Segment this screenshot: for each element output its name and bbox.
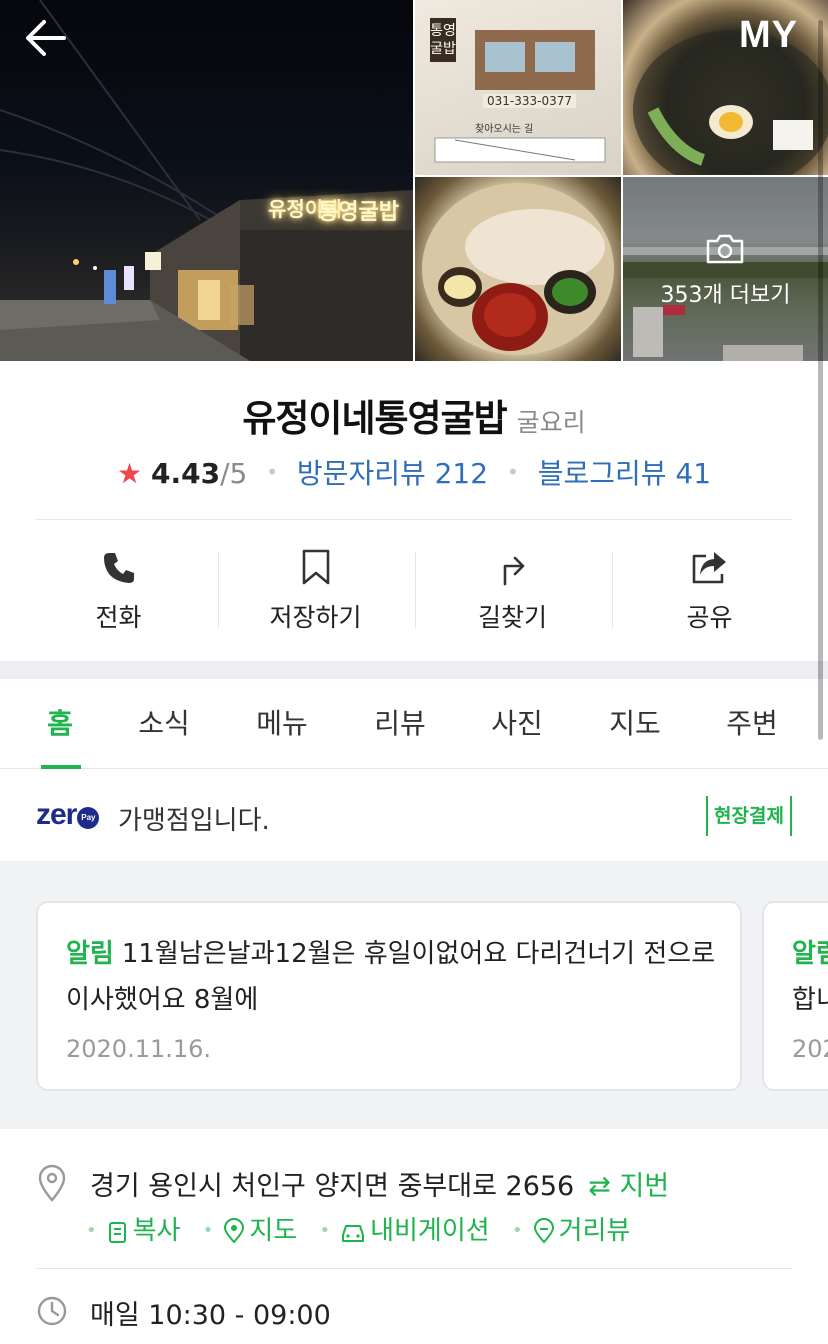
save-button[interactable]: 저장하기 [217, 540, 414, 650]
bookmark-icon [217, 546, 414, 590]
blog-reviews-link[interactable]: 블로그리뷰 41 [538, 457, 711, 490]
notice-tag: 알림 [66, 939, 114, 969]
notice-tag: 알림 [792, 939, 828, 969]
place-category: 굴요리 [516, 408, 586, 437]
share-icon [611, 546, 808, 590]
notice-body: 11월남은날과12월은 휴일이없어요 다리건너기 전으로 이사했어요 8월에 [66, 939, 716, 1015]
sign-main: 통영굴밥 [318, 200, 399, 225]
sign-vertical-text: 통영굴밥 [430, 18, 456, 62]
separator-dot: • [506, 460, 519, 484]
tab-active-indicator [41, 765, 81, 769]
hours-row[interactable]: 매일 10:30 - 09:00 [0, 1271, 828, 1344]
tab-photos[interactable]: 사진 [477, 679, 557, 769]
place-name: 유정이네통영굴밥 [242, 397, 507, 440]
location-pin-icon [36, 1164, 68, 1206]
separator-dot: • [266, 460, 279, 484]
place-title-row: 유정이네통영굴밥 굴요리 [0, 388, 828, 442]
camera-icon [706, 234, 744, 264]
rating-row: ★ 4.43/5 • 방문자리뷰 212 • 블로그리뷰 41 [0, 452, 828, 492]
visitor-reviews-link[interactable]: 방문자리뷰 212 [297, 457, 488, 490]
tab-menu[interactable]: 메뉴 [242, 679, 322, 769]
notice-card[interactable]: 알림 11월남은날과12월은 휴일이없어요 다리건너기 전으로 이사했어요 8월에… [36, 901, 742, 1091]
map-link[interactable]: • 지도 [203, 1210, 297, 1247]
car-icon [342, 1225, 365, 1242]
section-gap [0, 661, 828, 679]
save-label: 저장하기 [269, 603, 362, 632]
photo-bossam-dish[interactable] [415, 177, 621, 361]
tab-bar: 홈 소식 메뉴 리뷰 사진 지도 주변 [0, 679, 828, 769]
share-button[interactable]: 공유 [611, 540, 808, 650]
star-icon: ★ [116, 457, 143, 490]
scrollbar[interactable] [818, 20, 823, 740]
notice-date: 2020.11.16. [66, 1035, 212, 1063]
notice-card[interactable]: 알림합니 202 [762, 901, 828, 1091]
bossam-illustration [422, 183, 614, 355]
photo-more-label: 353개 더보기 [660, 283, 791, 308]
call-button[interactable]: 전화 [20, 540, 217, 650]
address-row: 경기 용인시 처인구 양지면 중부대로 2656 ⇄ 지번 • 복사 • 지도 • 내비… [0, 1130, 828, 1270]
hours-text: 매일 10:30 - 09:00 [90, 1300, 331, 1331]
divider [36, 519, 792, 520]
back-button[interactable] [22, 14, 74, 62]
tab-news[interactable]: 소식 [124, 679, 204, 769]
address-text: 경기 용인시 처인구 양지면 중부대로 2656 ⇄ 지번 [90, 1171, 670, 1202]
copy-address-link[interactable]: • 복사 [86, 1210, 180, 1247]
photo-more-button[interactable]: 353개 더보기 [623, 177, 828, 361]
sign-phone: 031-333-0377 [483, 94, 577, 108]
tab-map[interactable]: 지도 [595, 679, 675, 769]
rating-max: /5 [220, 457, 248, 490]
street-view-link[interactable]: • 거리뷰 [512, 1210, 630, 1247]
action-bar: 전화 저장하기 길찾기 공유 [0, 540, 828, 650]
swap-icon: ⇄ [588, 1171, 611, 1202]
notice-date: 202 [792, 1035, 828, 1063]
rating-value: 4.43 [150, 457, 221, 490]
clock-icon [36, 1295, 68, 1331]
photo-signboard[interactable]: 통영굴밥 031-333-0377 찾아오시는 길 [415, 0, 621, 175]
phone-icon [20, 546, 217, 590]
zeropay-text: 가맹점입니다. [118, 806, 270, 836]
tab-reviews[interactable]: 리뷰 [360, 679, 440, 769]
directions-label: 길찾기 [477, 603, 547, 632]
tab-home[interactable]: 홈 [24, 679, 96, 769]
notice-carousel[interactable]: 알림 11월남은날과12월은 휴일이없어요 다리건너기 전으로 이사했어요 8월에… [0, 861, 828, 1129]
arrow-left-icon [26, 20, 66, 56]
notice-text: 알림 11월남은날과12월은 휴일이없어요 다리건너기 전으로 이사했어요 8월에 [66, 931, 716, 1023]
divider [36, 1268, 792, 1269]
photo-gallery: 유정이네 통영굴밥 통영굴밥 031-333-0377 찾아오시는 길 MY 3… [0, 0, 828, 361]
zeropay-row: zer Pay 가맹점입니다. 현장결제 [0, 770, 828, 860]
call-label: 전화 [95, 603, 142, 632]
navigation-link[interactable]: • 내비게이션 [319, 1210, 489, 1247]
jibun-toggle[interactable]: ⇄ 지번 [588, 1171, 669, 1202]
my-button[interactable]: MY [739, 14, 798, 57]
address-actions: • 복사 • 지도 • 내비게이션 • 거리뷰 [86, 1210, 644, 1247]
tab-nearby[interactable]: 주변 [712, 679, 792, 769]
notice-text: 알림합니 [792, 931, 828, 1023]
directions-button[interactable]: 길찾기 [414, 540, 611, 650]
sign-directions-text: 찾아오시는 길 [475, 124, 534, 135]
share-label: 공유 [686, 603, 733, 632]
notice-body: 합니 [792, 985, 828, 1015]
zeropay-badge: Pay [77, 807, 100, 829]
onsite-payment-badge: 현장결제 [706, 796, 792, 836]
map-pin-icon [224, 1218, 245, 1244]
directions-icon [414, 546, 611, 590]
copy-icon [108, 1222, 126, 1243]
zeropay-logo: zer Pay [36, 798, 100, 832]
street-view-icon [533, 1218, 554, 1244]
